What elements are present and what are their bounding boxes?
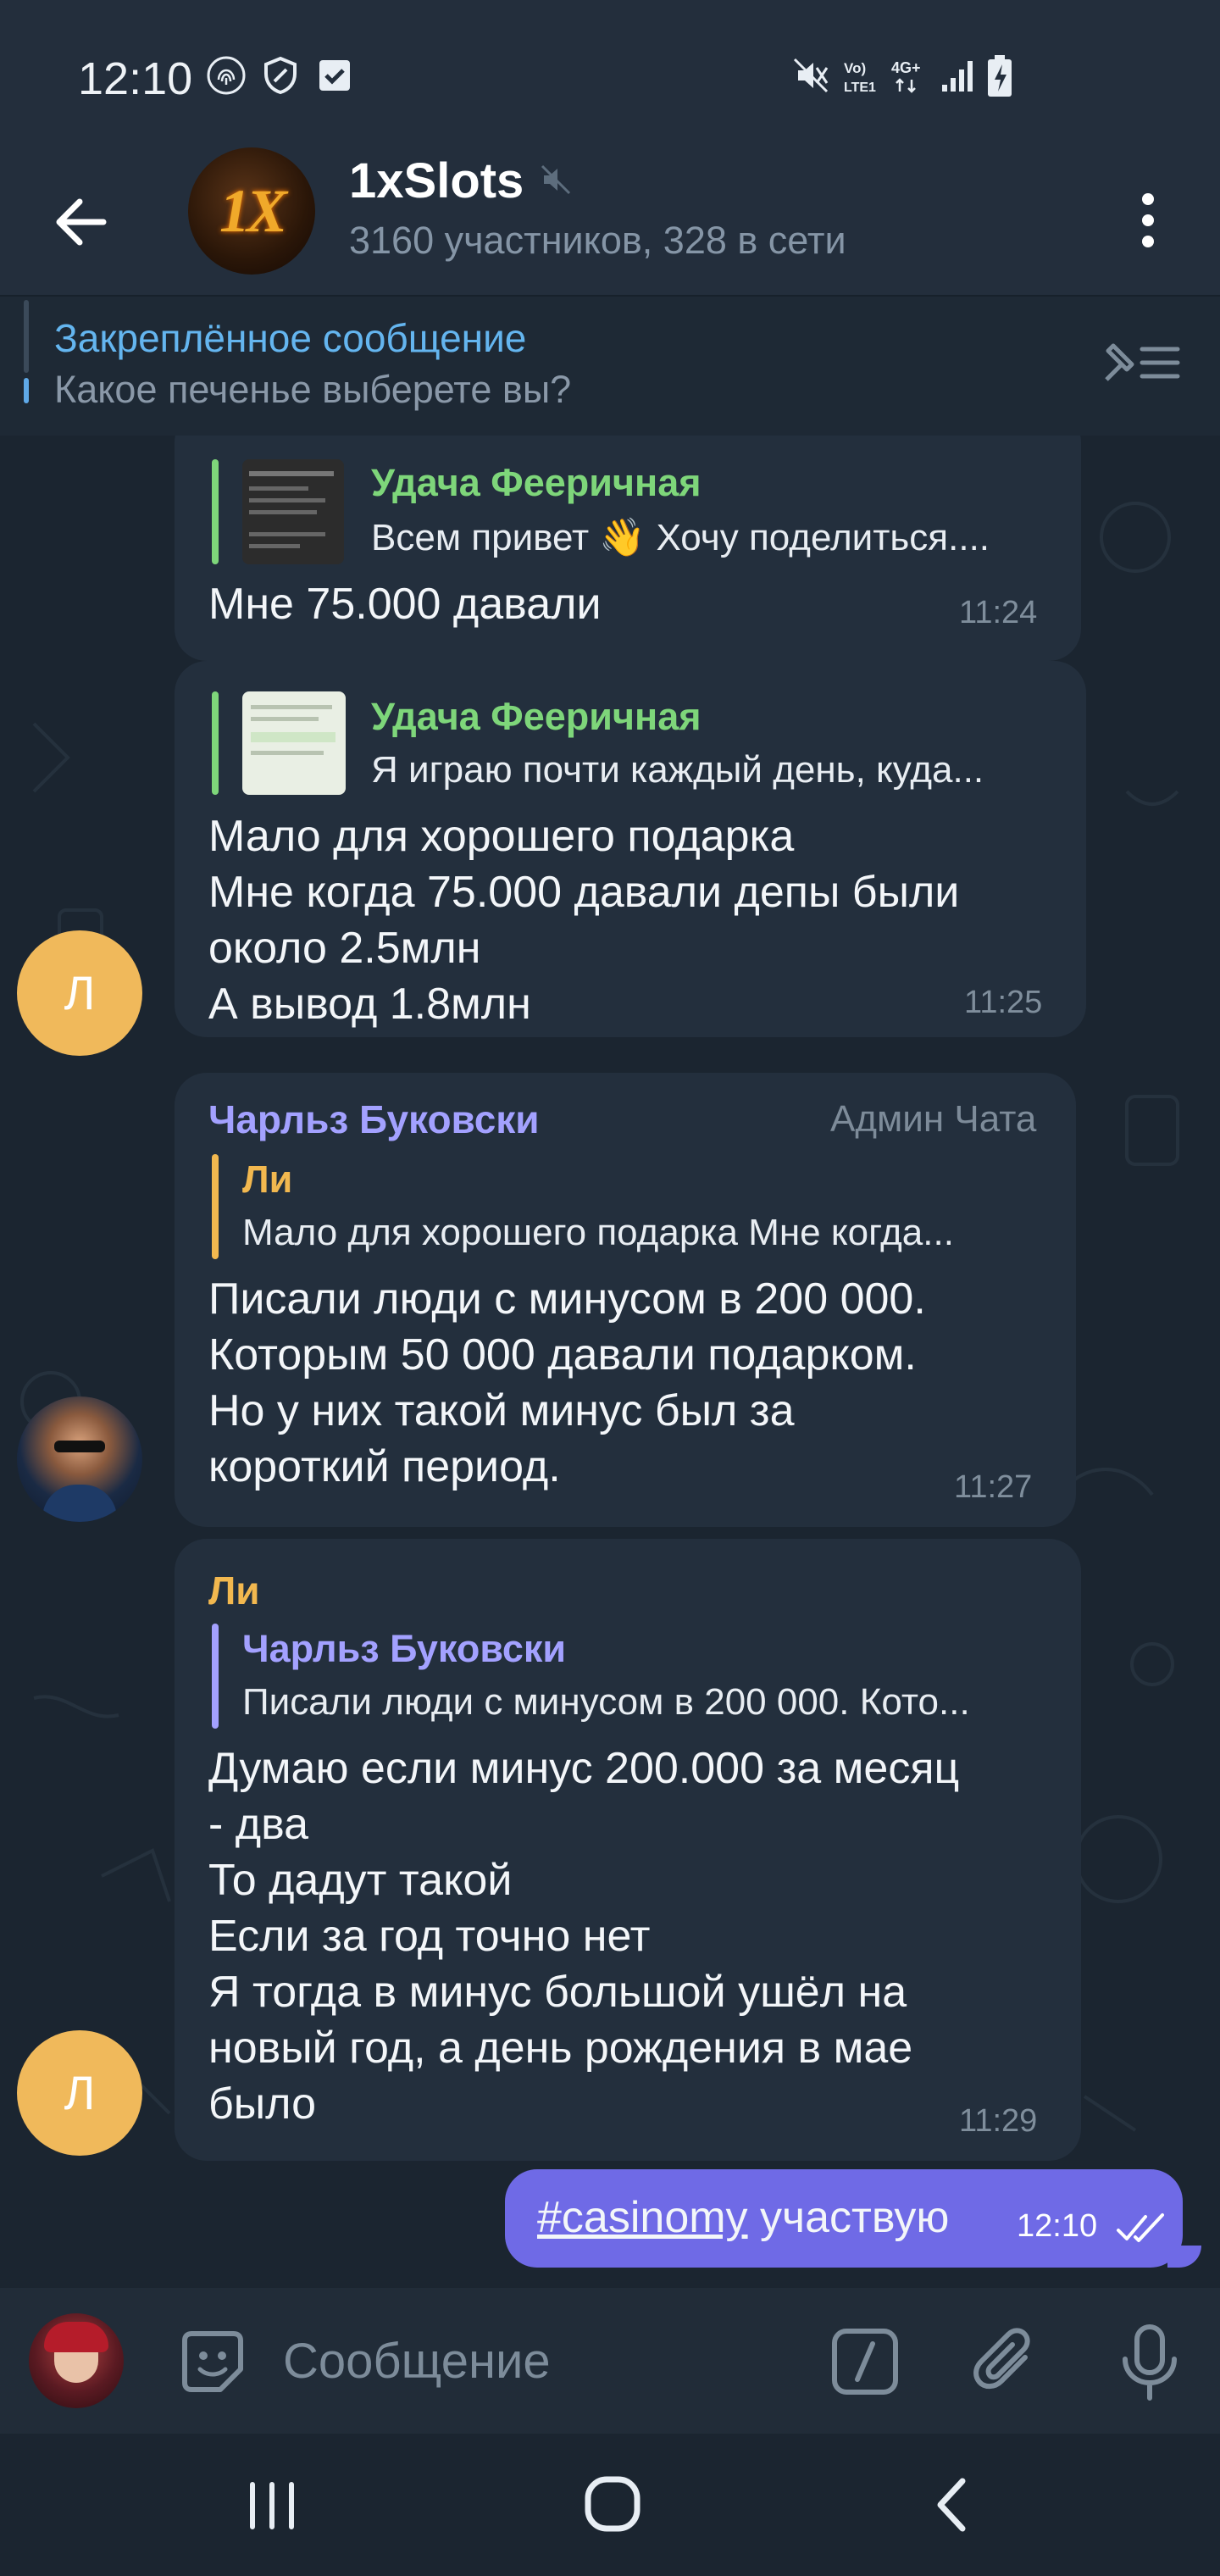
message-text: Писали люди с минусом в 200 000. Которым…: [208, 1274, 926, 1491]
reply-author: Удача Фееричная: [371, 461, 702, 504]
message-time: 11:25: [964, 985, 1043, 1020]
message-bubble[interactable]: Ли Чарльз Буковски Писали люди с минусом…: [175, 1539, 1081, 2161]
message-text-body: участвую: [747, 2193, 950, 2242]
sender-name[interactable]: Чарльз Буковски: [208, 1096, 540, 1142]
message-bubble[interactable]: Чарльз Буковски Админ Чата Ли Мало для х…: [175, 1073, 1076, 1527]
reply-accent-line: [212, 1154, 219, 1259]
pinned-title: Закреплённое сообщение: [54, 316, 527, 360]
svg-text:Vo): Vo): [844, 60, 866, 76]
message-input-bar: [0, 2288, 1220, 2434]
reply-author: Удача Фееричная: [371, 695, 702, 738]
fingerprint-icon: [207, 56, 246, 95]
signal-icon: [942, 61, 973, 92]
emoji-sticker-icon[interactable]: [175, 2323, 251, 2400]
system-navigation-bar: [0, 2434, 1220, 2576]
chat-header: 1X 1xSlots 3160 участников, 328 в сети: [0, 144, 1220, 295]
send-as-avatar[interactable]: [29, 2313, 124, 2408]
muted-speaker-icon: [541, 164, 571, 195]
reply-author: Ли: [242, 1158, 293, 1201]
microphone-icon[interactable]: [1112, 2322, 1188, 2403]
reply-accent-line: [212, 459, 219, 564]
reply-text: Я играю почти каждый день, куда...: [371, 749, 984, 791]
message-text: Думаю если минус 200.000 за месяц - два …: [208, 1744, 960, 2129]
message-time: 11:27: [954, 1469, 1033, 1505]
message-time: 11:24: [959, 595, 1038, 630]
reply-accent-line: [212, 1624, 219, 1729]
channel-avatar[interactable]: 1X: [188, 147, 315, 275]
status-time: 12:10: [78, 53, 193, 104]
message-time: 11:29: [959, 2103, 1038, 2139]
pinned-text: Какое печенье выберете вы?: [54, 368, 572, 411]
reply-accent-line: [212, 691, 219, 795]
battery-charging-icon: [988, 55, 1012, 97]
reply-text: Мало для хорошего подарка Мне когда...: [242, 1212, 954, 1253]
channel-logo: 1X: [219, 177, 287, 245]
check-square-icon: [319, 60, 350, 91]
svg-text:LTE1: LTE1: [844, 80, 876, 95]
reply-author: Чарльз Буковски: [242, 1627, 567, 1670]
4g-icon: 4G+: [891, 59, 921, 93]
svg-text:4G+: 4G+: [891, 59, 921, 76]
message-input[interactable]: [281, 2322, 793, 2400]
sender-role-badge: Админ Чата: [830, 1098, 1037, 1140]
volte-icon: Vo) LTE1: [844, 60, 876, 95]
message-text: Мало для хорошего подарка Мне когда 75.0…: [208, 812, 960, 1029]
chat-area[interactable]: Удача Фееричная Всем привет 👋 Хочу подел…: [0, 436, 1220, 2288]
chat-subtitle: 3160 участников, 328 в сети: [349, 219, 846, 262]
outgoing-message-bubble[interactable]: #casinomy участвую 12:10: [505, 2169, 1183, 2268]
reply-text: Всем привет 👋 Хочу поделиться....: [371, 517, 990, 558]
message-text: #casinomy участвую: [537, 2190, 1012, 2246]
message-bubble[interactable]: Удача Фееричная Всем привет 👋 Хочу подел…: [175, 436, 1081, 661]
sender-name[interactable]: Ли: [208, 1568, 260, 1613]
paperclip-icon[interactable]: [971, 2325, 1045, 2400]
home-icon[interactable]: [574, 2471, 651, 2539]
sender-avatar[interactable]: Л: [17, 2030, 142, 2156]
pinned-list-icon[interactable]: [1101, 337, 1183, 388]
sender-avatar-photo[interactable]: [17, 1396, 142, 1522]
bot-commands-icon[interactable]: [830, 2327, 900, 2396]
message-text: Мне 75.000 давали: [208, 580, 602, 629]
message-bubble[interactable]: Удача Фееричная Я играю почти каждый ден…: [175, 661, 1086, 1037]
sender-avatar[interactable]: Л: [17, 930, 142, 1056]
mute-icon: [793, 58, 829, 93]
status-bar: 12:10 Vo) LTE1 4G+: [0, 0, 1220, 144]
pinned-message-bar[interactable]: Закреплённое сообщение Какое печенье выб…: [0, 295, 1220, 437]
more-vert-icon[interactable]: [1127, 178, 1169, 263]
shield-icon: [264, 56, 297, 95]
message-time: 12:10: [1017, 2208, 1098, 2244]
chat-title[interactable]: 1xSlots: [349, 153, 524, 209]
double-check-icon: [1117, 2213, 1164, 2242]
pinned-indicator: [24, 300, 29, 403]
hashtag-link[interactable]: #casinomy: [537, 2193, 748, 2242]
back-arrow-icon[interactable]: [42, 181, 124, 263]
reply-thumbnail: [242, 459, 344, 564]
reply-text: Писали люди с минусом в 200 000. Кото...: [242, 1681, 970, 1723]
reply-thumbnail: [242, 691, 346, 795]
back-nav-icon[interactable]: [915, 2471, 991, 2539]
recent-apps-icon[interactable]: [234, 2471, 310, 2539]
